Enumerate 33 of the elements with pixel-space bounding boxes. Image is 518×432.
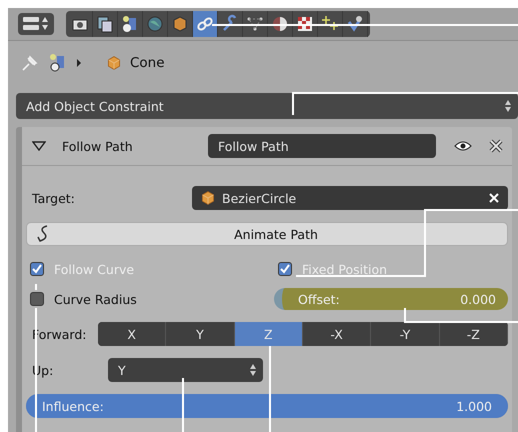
target-label: Target:	[31, 190, 76, 206]
checkbox[interactable]	[278, 262, 292, 276]
up-label: Up:	[31, 362, 54, 378]
animate-path-button[interactable]: Animate Path	[26, 222, 508, 246]
checkbox[interactable]	[30, 262, 44, 276]
images-icon	[95, 14, 115, 34]
checkbox-label: Follow Curve	[54, 262, 134, 276]
eye-icon[interactable]	[454, 140, 472, 152]
constraint-type: Follow Path	[62, 138, 134, 154]
breadcrumb-arrow-icon	[76, 59, 82, 67]
leader-line	[182, 378, 184, 432]
editor-type-button[interactable]	[18, 13, 54, 35]
globe-icon	[145, 14, 165, 34]
object-name: Cone	[130, 55, 165, 71]
up-axis-dropdown[interactable]: Y	[108, 358, 263, 382]
checkbox-label: Curve Radius	[54, 292, 137, 306]
add-constraint-dropdown[interactable]: Add Object Constraint	[16, 93, 518, 119]
expand-triangle-icon[interactable]	[32, 141, 46, 151]
influence-slider[interactable]: Influence: 1.000	[26, 394, 508, 418]
constraint-name-field[interactable]: Follow Path	[208, 134, 436, 158]
close-icon[interactable]	[488, 138, 504, 154]
checkbox-label: Fixed Position	[302, 262, 388, 276]
target-field[interactable]: BezierCircle	[192, 186, 508, 210]
forward-label: Forward:	[31, 326, 88, 342]
sphere-icon	[270, 14, 290, 34]
updown-arrows-icon	[249, 363, 257, 377]
updown-arrows-icon	[504, 99, 512, 113]
properties-tab[interactable]	[193, 11, 218, 37]
clear-icon[interactable]	[488, 192, 500, 204]
check-icon	[345, 14, 365, 34]
axis-button[interactable]: X	[98, 322, 166, 346]
target-value: BezierCircle	[222, 190, 298, 206]
checkbox[interactable]	[30, 292, 44, 306]
